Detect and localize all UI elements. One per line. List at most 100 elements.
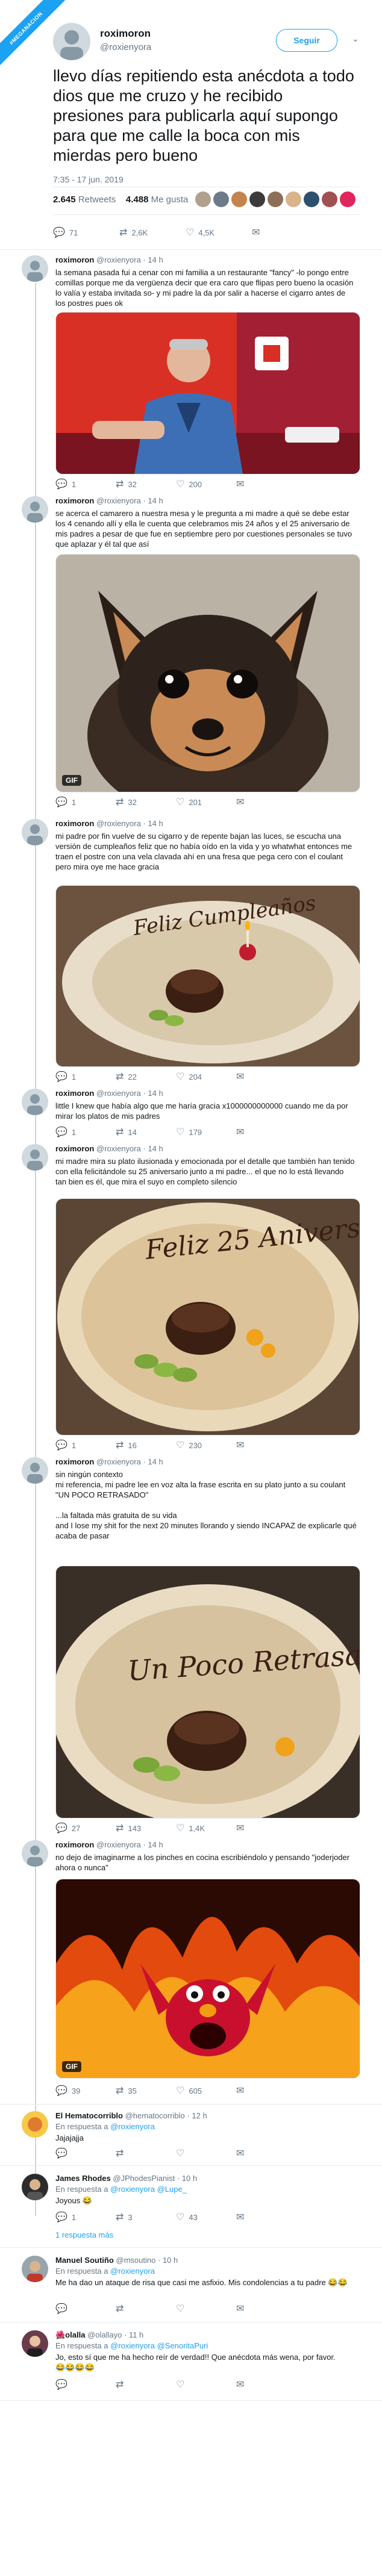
mention-link[interactable]: @roxienyora @SenoritaPuri [110, 2341, 208, 2350]
author-name[interactable]: roximoron [100, 28, 151, 40]
follow-button[interactable]: Seguir [276, 29, 337, 52]
tweet-author[interactable]: roximoron @roxienyora · 14 h [55, 819, 163, 828]
share-button[interactable]: ✉ [236, 1439, 248, 1451]
tweet-timestamp[interactable]: 7:35 - 17 jun. 2019 [53, 175, 124, 184]
share-button[interactable]: ✉ [236, 1822, 248, 1834]
author-handle[interactable]: @roxienyora [100, 42, 151, 52]
tweet-author[interactable]: 🌺olalla @olallayo · 11 h [55, 2330, 143, 2340]
author-handle[interactable]: @roxienyora [96, 255, 141, 264]
liker-avatar[interactable] [268, 191, 283, 207]
likes-label[interactable]: Me gusta [151, 194, 189, 205]
like-button[interactable]: ♡ 4,5K [186, 226, 214, 238]
tweet-time[interactable]: 10 h [163, 2256, 178, 2265]
retweet-button[interactable]: ⇄ 32 [116, 478, 137, 490]
liker-avatar[interactable] [249, 191, 265, 207]
tweet-author[interactable]: roximoron @roxienyora · 14 h [55, 255, 163, 264]
tweet-author[interactable]: roximoron @roxienyora · 14 h [55, 1089, 163, 1098]
share-button[interactable]: ✉ [236, 1071, 248, 1083]
share-button[interactable]: ✉ [236, 2147, 248, 2159]
author-name[interactable]: 🌺olalla [55, 2330, 85, 2339]
tweet-author[interactable]: James Rhodes @JPhodesPianist · 10 h [55, 2174, 197, 2183]
author-handle[interactable]: @roxienyora [96, 496, 141, 505]
liker-avatar[interactable] [231, 191, 247, 207]
liker-avatar[interactable] [340, 191, 355, 207]
author-name[interactable]: Manuel Soutiño [55, 2256, 114, 2265]
author-handle[interactable]: @roxienyora [96, 1089, 141, 1098]
author-name[interactable]: El Hematocorriblo [55, 2111, 123, 2120]
tweet-author[interactable]: roximoron @roxienyora · 14 h [55, 1457, 163, 1466]
avatar[interactable] [22, 2174, 48, 2200]
like-button[interactable]: ♡ [176, 2147, 189, 2159]
tweet-time[interactable]: 11 h [129, 2330, 143, 2339]
avatar[interactable] [22, 255, 48, 282]
avatar[interactable] [22, 1840, 48, 1867]
author-handle[interactable]: @roxienyora [96, 1144, 141, 1153]
avatar[interactable] [22, 2111, 48, 2138]
tweet-gif[interactable]: GIF [55, 554, 360, 792]
share-button[interactable]: ✉ [252, 226, 264, 238]
like-button[interactable]: ♡ [176, 2303, 189, 2315]
author-name[interactable]: roximoron [55, 1840, 94, 1849]
retweets-count[interactable]: 2.645 [53, 194, 76, 205]
tweet-author[interactable]: roximoron @roxienyora · 14 h [55, 1840, 163, 1849]
like-button[interactable]: ♡ 605 [176, 2085, 202, 2097]
tweet-photo[interactable]: Feliz Cumpleaños [55, 885, 360, 1067]
reply-button[interactable]: 💬 71 [53, 226, 78, 238]
mention-link[interactable]: @roxienyora [110, 2266, 155, 2276]
share-button[interactable]: ✉ [236, 2085, 248, 2097]
liker-avatar[interactable] [213, 191, 229, 207]
like-button[interactable]: ♡ 1,4K [176, 1822, 205, 1834]
liker-avatar[interactable] [286, 191, 301, 207]
author-name[interactable]: roximoron [55, 1457, 94, 1466]
share-button[interactable]: ✉ [236, 478, 248, 490]
share-button[interactable]: ✉ [236, 2303, 248, 2315]
reply-button[interactable]: 💬 1 [55, 2211, 76, 2223]
share-button[interactable]: ✉ [236, 796, 248, 808]
author-handle[interactable]: @hematocorriblo [125, 2111, 185, 2120]
mention-link[interactable]: @roxienyora [110, 2122, 155, 2131]
tweet-photo[interactable]: Un Poco Retrasado [55, 1566, 360, 1818]
like-button[interactable]: ♡ 179 [176, 1126, 202, 1138]
author-handle[interactable]: @JPhodesPianist [113, 2174, 175, 2183]
tweet-time[interactable]: 10 h [182, 2174, 197, 2183]
retweet-button[interactable]: ⇄ 35 [116, 2085, 137, 2097]
retweet-button[interactable]: ⇄ 143 [116, 1822, 141, 1834]
retweet-button[interactable]: ⇄ 2,6K [119, 226, 148, 238]
author-name[interactable]: roximoron [55, 819, 94, 828]
author-name[interactable]: James Rhodes [55, 2174, 111, 2183]
author-handle[interactable]: @roxienyora [96, 819, 141, 828]
tweet-time[interactable]: 14 h [148, 1457, 163, 1466]
retweet-button[interactable]: ⇄ [116, 2147, 128, 2159]
retweet-button[interactable]: ⇄ 22 [116, 1071, 137, 1083]
author-name[interactable]: roximoron [55, 496, 94, 505]
author-name[interactable]: roximoron [55, 1089, 94, 1098]
likes-count[interactable]: 4.488 [126, 194, 149, 205]
retweet-button[interactable]: ⇄ 14 [116, 1126, 137, 1138]
liker-avatar[interactable] [195, 191, 211, 207]
reply-button[interactable]: 💬 1 [55, 1071, 76, 1083]
avatar[interactable] [22, 496, 48, 523]
tweet-time[interactable]: 14 h [148, 1144, 163, 1153]
avatar[interactable] [22, 2256, 48, 2282]
avatar[interactable] [22, 2330, 48, 2357]
like-button[interactable]: ♡ 201 [176, 796, 202, 808]
like-button[interactable]: ♡ 43 [176, 2211, 198, 2223]
tweet-time[interactable]: 12 h [192, 2111, 207, 2120]
tweet-author[interactable]: roximoron @roxienyora · 14 h [55, 1144, 163, 1153]
like-button[interactable]: ♡ 200 [176, 478, 202, 490]
like-button[interactable]: ♡ [176, 2378, 189, 2391]
show-more-replies-link[interactable]: 1 respuesta más [55, 2230, 113, 2239]
avatar[interactable] [22, 1457, 48, 1484]
tweet-photo[interactable]: Feliz 25 Aniversario [55, 1198, 360, 1436]
retweet-button[interactable]: ⇄ 3 [116, 2211, 133, 2223]
reply-button[interactable]: 💬 [55, 2378, 72, 2391]
share-button[interactable]: ✉ [236, 2211, 248, 2223]
reply-button[interactable]: 💬 39 [55, 2085, 80, 2097]
chevron-down-icon[interactable]: ⌄ [352, 34, 363, 45]
mention-link[interactable]: @roxienyora @Lupe_ [110, 2185, 187, 2194]
tweet-author[interactable]: El Hematocorriblo @hematocorriblo · 12 h [55, 2111, 207, 2120]
author-handle[interactable]: @roxienyora [96, 1457, 141, 1466]
retweet-button[interactable]: ⇄ 32 [116, 796, 137, 808]
tweet-gif[interactable]: GIF [55, 1879, 360, 2079]
author-name[interactable]: roximoron [55, 255, 94, 264]
